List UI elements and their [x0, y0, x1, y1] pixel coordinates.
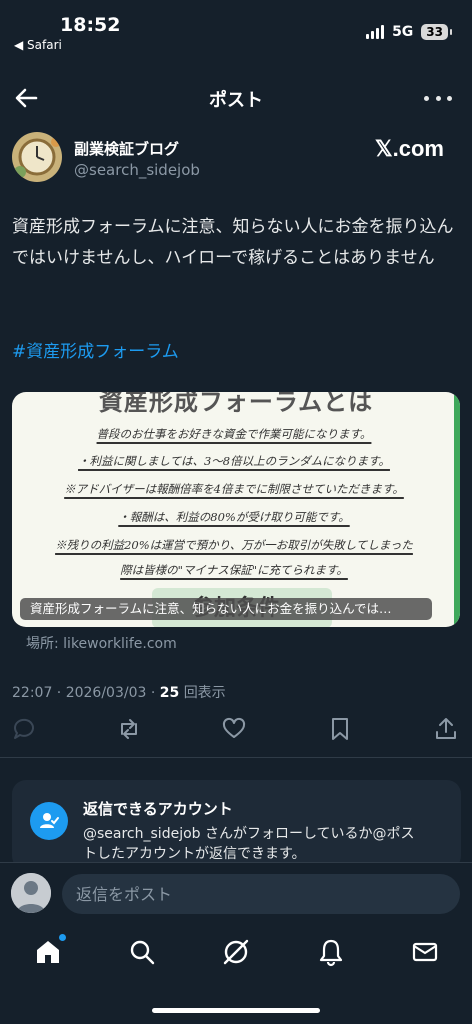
signal-icon	[366, 25, 385, 39]
repost-icon[interactable]	[116, 716, 142, 742]
card-line: ・利益に関しましては、3〜8倍以上のランダムになります。	[78, 454, 390, 468]
x-com-logo: 𝕏.com	[374, 136, 444, 161]
card-heading: 資産形成フォーラムとは	[98, 392, 374, 416]
grok-icon[interactable]	[221, 937, 251, 967]
status-time: 18:52	[60, 14, 121, 36]
card-caption: 資産形成フォーラムに注意、知らない人にお金を振り込んでは…	[20, 598, 432, 620]
home-icon[interactable]	[33, 934, 66, 967]
battery-icon: 33	[421, 24, 452, 40]
card-line: 普段のお仕事をお好きな資金で作業可能になります。	[96, 427, 372, 441]
post-text: 資産形成フォーラムに注意、知らない人にお金を振り込んではいけませんし、ハイローで…	[12, 217, 454, 268]
post-timestamp: 22:07 · 2026/03/03 ·	[12, 685, 160, 701]
network-type: 5G	[392, 24, 414, 40]
user-avatar[interactable]	[11, 873, 51, 913]
card-line: 際は皆様の"マイナス保証"に充てられます。	[120, 563, 348, 577]
reply-restriction-card: 返信できるアカウント @search_sidejob さんがフォローしているか@…	[12, 780, 461, 870]
card-line: ※アドバイザーは報酬倍率を4倍までに制限させていただきます。	[64, 482, 404, 496]
notification-dot	[59, 934, 66, 941]
share-icon[interactable]	[433, 716, 459, 742]
bookmark-icon[interactable]	[327, 716, 353, 742]
views-count: 25	[159, 685, 180, 701]
action-bar	[0, 716, 472, 750]
search-icon[interactable]	[127, 937, 157, 967]
card-line: ・報酬は、利益の80%が受け取り可能です。	[118, 510, 350, 524]
reply-icon[interactable]	[11, 716, 37, 742]
back-to-safari-link[interactable]: ◀ Safari	[14, 38, 62, 52]
more-options-icon[interactable]	[424, 86, 452, 110]
link-source[interactable]: 場所: likeworklife.com	[26, 633, 177, 653]
card-line: ※残りの利益20%は運営で預かり、万が一お取引が失敗してしまった	[55, 538, 413, 552]
author-handle[interactable]: @search_sidejob	[74, 161, 200, 179]
user-check-icon	[30, 802, 68, 840]
reply-input[interactable]	[62, 874, 460, 914]
author-name[interactable]: 副業検証ブログ	[74, 138, 179, 159]
link-card[interactable]: 資産形成フォーラムとは 普段のお仕事をお好きな資金で作業可能になります。 ・利益…	[12, 392, 460, 627]
reply-compose-bar	[0, 862, 472, 924]
hashtag-link[interactable]: #資産形成フォーラム	[12, 337, 179, 362]
page-title: ポスト	[209, 90, 263, 111]
reply-notice-description: @search_sidejob さんがフォローしているか@ポストしたアカウントが…	[83, 826, 415, 862]
home-indicator	[152, 1008, 320, 1013]
post-meta: 22:07 · 2026/03/03 · 25 回表示	[12, 682, 226, 702]
author-avatar[interactable]	[12, 132, 62, 182]
divider	[0, 757, 472, 758]
messages-icon[interactable]	[410, 937, 440, 967]
status-indicators: 5G 33	[366, 24, 452, 40]
reply-notice-title: 返信できるアカウント	[83, 800, 233, 818]
notifications-icon[interactable]	[316, 937, 346, 967]
like-icon[interactable]	[221, 716, 247, 742]
views-label: 回表示	[183, 685, 226, 701]
bottom-nav	[0, 925, 472, 985]
